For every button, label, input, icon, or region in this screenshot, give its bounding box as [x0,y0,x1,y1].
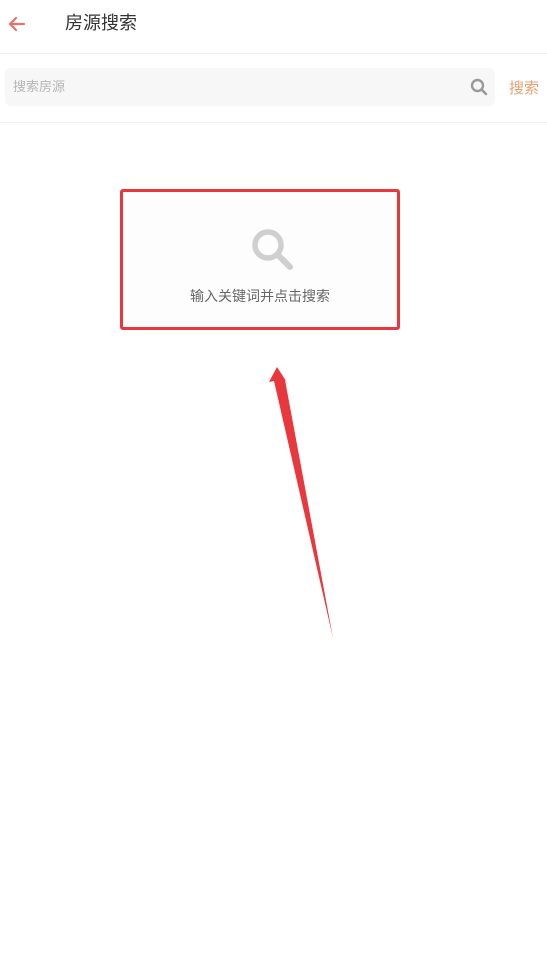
arrow-left-icon [8,16,26,32]
search-input[interactable] [5,68,453,106]
top-app-bar: 房源搜索 [0,0,547,54]
empty-state-message: 输入关键词并点击搜索 [190,289,330,305]
annotation-arrow [269,367,333,638]
search-box[interactable] [5,68,495,106]
search-icon[interactable] [469,77,489,97]
search-button[interactable]: 搜索 [509,79,539,97]
back-button[interactable] [4,10,32,38]
search-icon [252,229,293,270]
page-title: 房源搜索 [65,13,137,34]
empty-state-panel: 输入关键词并点击搜索 [120,189,400,330]
search-bar: 搜索 [0,54,547,123]
